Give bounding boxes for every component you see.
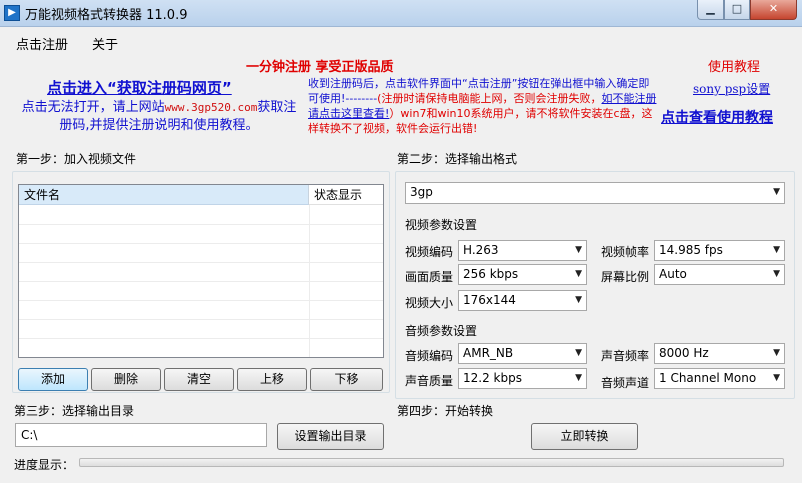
format-select[interactable]: 3gp ▼: [405, 182, 785, 204]
step1-label: 第一步：加入视频文件: [16, 152, 137, 166]
column-status[interactable]: 状态显示: [309, 185, 383, 205]
video-codec-label: 视频编码: [405, 245, 454, 259]
quality-label: 画面质量: [405, 270, 454, 284]
progress-bar: [79, 458, 784, 467]
chevron-down-icon: ▼: [773, 269, 780, 279]
menu-about[interactable]: 关于: [92, 34, 118, 53]
move-up-button[interactable]: 上移: [237, 368, 307, 391]
step2-label: 第二步：选择输出格式: [397, 152, 518, 166]
maximize-button[interactable]: □: [724, 0, 750, 20]
help-title: 使用教程: [708, 60, 761, 75]
step2-group: [395, 171, 795, 399]
close-button[interactable]: ✕: [750, 0, 797, 20]
progress-label: 进度显示：: [14, 458, 75, 472]
aspect-select[interactable]: Auto ▼: [654, 264, 785, 285]
step4-label: 第四步：开始转换: [397, 404, 494, 418]
register-code-link[interactable]: 点击进入“获取注册码网页”: [47, 77, 232, 98]
window-title: 万能视频格式转换器 11.0.9: [25, 8, 188, 23]
sample-rate-label: 声音频率: [601, 349, 650, 363]
quality-select[interactable]: 256 kbps ▼: [458, 264, 587, 285]
app-icon: ▶: [4, 5, 20, 21]
chevron-down-icon: ▼: [773, 348, 780, 358]
audio-quality-label: 声音质量: [405, 374, 454, 388]
audio-codec-label: 音频编码: [405, 349, 454, 363]
output-dir-input[interactable]: C:\: [15, 423, 267, 447]
chevron-down-icon: ▼: [575, 245, 582, 255]
minimize-button[interactable]: ▁: [697, 0, 724, 20]
channel-select[interactable]: 1 Channel Mono ▼: [654, 368, 785, 389]
chevron-down-icon: ▼: [773, 373, 780, 383]
set-output-dir-button[interactable]: 设置输出目录: [277, 423, 384, 450]
column-filename[interactable]: 文件名: [19, 185, 309, 205]
size-select[interactable]: 176x144 ▼: [458, 290, 587, 311]
audio-quality-select[interactable]: 12.2 kbps ▼: [458, 368, 587, 389]
video-codec-select[interactable]: H.263 ▼: [458, 240, 587, 261]
sample-rate-select[interactable]: 8000 Hz ▼: [654, 343, 785, 364]
register-notice: 收到注册码后，点击软件界面中“点击注册”按钮在弹出框中输入确定即可使用!----…: [308, 77, 657, 135]
convert-button[interactable]: 立即转换: [531, 423, 638, 450]
frame-rate-select[interactable]: 14.985 fps ▼: [654, 240, 785, 261]
fallback-text: 点击无法打开，请上网站www.3gp520.com获取注册码,并提供注册说明和使…: [21, 100, 297, 133]
audio-codec-select[interactable]: AMR_NB ▼: [458, 343, 587, 364]
menu-register[interactable]: 点击注册: [16, 34, 68, 53]
video-section-label: 视频参数设置: [405, 218, 478, 232]
chevron-down-icon: ▼: [773, 187, 780, 197]
chevron-down-icon: ▼: [773, 245, 780, 255]
size-label: 视频大小: [405, 296, 454, 310]
step3-label: 第三步：选择输出目录: [14, 404, 135, 418]
sony-psp-settings-link[interactable]: sony psp设置: [693, 80, 770, 97]
tutorial-link[interactable]: 点击查看使用教程: [661, 107, 773, 127]
audio-section-label: 音频参数设置: [405, 324, 478, 338]
site-url: www.3gp520.com: [164, 101, 258, 114]
frame-rate-label: 视频帧率: [601, 245, 650, 259]
channel-label: 音频声道: [601, 376, 650, 390]
delete-button[interactable]: 删除: [91, 368, 161, 391]
chevron-down-icon: ▼: [575, 348, 582, 358]
add-button[interactable]: 添加: [18, 368, 88, 391]
promo-text: 一分钟注册 享受正版品质: [246, 60, 394, 75]
file-table[interactable]: 文件名 状态显示: [18, 184, 384, 358]
chevron-down-icon: ▼: [575, 269, 582, 279]
chevron-down-icon: ▼: [575, 373, 582, 383]
chevron-down-icon: ▼: [575, 295, 582, 305]
aspect-label: 屏幕比例: [601, 270, 650, 284]
clear-button[interactable]: 清空: [164, 368, 234, 391]
move-down-button[interactable]: 下移: [310, 368, 383, 391]
